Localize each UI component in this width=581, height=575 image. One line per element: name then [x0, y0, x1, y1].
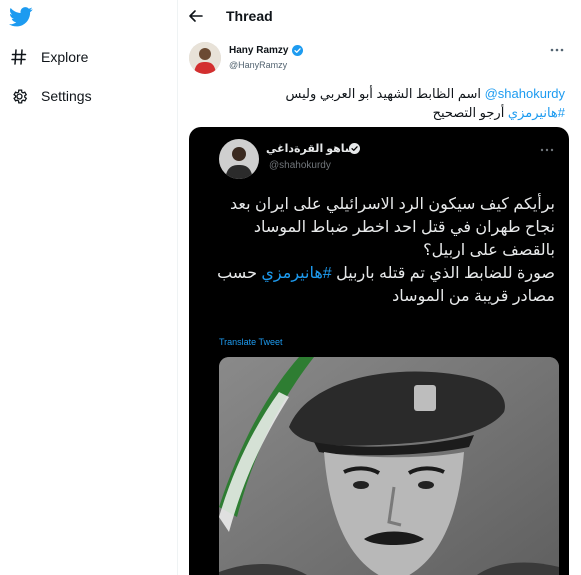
- more-options-icon: [540, 148, 554, 152]
- embed-author-name: شاهو القرةداغي: [266, 143, 356, 155]
- gear-icon: [9, 86, 29, 106]
- hashtag-icon: [9, 47, 29, 67]
- twitter-bird-icon[interactable]: [9, 7, 33, 27]
- tweet-text-part: اسم الظابط الشهيد أبو العربي وليس: [285, 86, 485, 101]
- more-options-icon[interactable]: [549, 46, 565, 54]
- left-sidebar: Explore Settings: [0, 0, 178, 575]
- author-name[interactable]: Hany Ramzy: [229, 45, 288, 56]
- tweet-media-image[interactable]: شاهو القرةداغي @shahokurdy برأيكم كيف سي…: [189, 127, 569, 575]
- verified-badge-icon: [349, 143, 360, 154]
- embed-text-part: صورة للضابط الذي تم قتله باربيل: [331, 265, 555, 282]
- back-arrow-icon[interactable]: [188, 8, 204, 24]
- sidebar-item-settings[interactable]: Settings: [9, 86, 92, 106]
- embed-author-handle: @shahokurdy: [269, 160, 331, 171]
- embed-avatar: [219, 139, 259, 179]
- officer-photo: [219, 357, 559, 575]
- tweet-text-part: أرجو التصحيح: [432, 105, 508, 120]
- sidebar-item-explore[interactable]: Explore: [9, 47, 88, 67]
- tweet-text: @shahokurdy اسم الظابط الشهيد أبو العربي…: [205, 84, 565, 122]
- author-handle[interactable]: @HanyRamzy: [229, 60, 287, 70]
- embed-hashtag: #هانيرمزي: [261, 265, 332, 282]
- tweet-author: Hany Ramzy @HanyRamzy: [189, 42, 569, 74]
- mention-link[interactable]: @shahokurdy: [485, 86, 565, 101]
- embed-text-part: برأيكم كيف سيكون الرد الاسرائيلي على اير…: [230, 196, 555, 259]
- sidebar-item-label: Settings: [41, 88, 92, 104]
- avatar[interactable]: [189, 42, 221, 74]
- page-title: Thread: [226, 8, 273, 24]
- verified-badge-icon: [292, 45, 303, 56]
- hashtag-link[interactable]: #هانيرمزي: [508, 105, 565, 120]
- embed-text: برأيكم كيف سيكون الرد الاسرائيلي على اير…: [205, 193, 555, 308]
- thread-column: Thread Hany Ramzy @HanyRamzy @shahokurdy…: [178, 0, 581, 575]
- sidebar-item-label: Explore: [41, 49, 89, 65]
- translate-tweet-link: Translate Tweet: [219, 337, 283, 347]
